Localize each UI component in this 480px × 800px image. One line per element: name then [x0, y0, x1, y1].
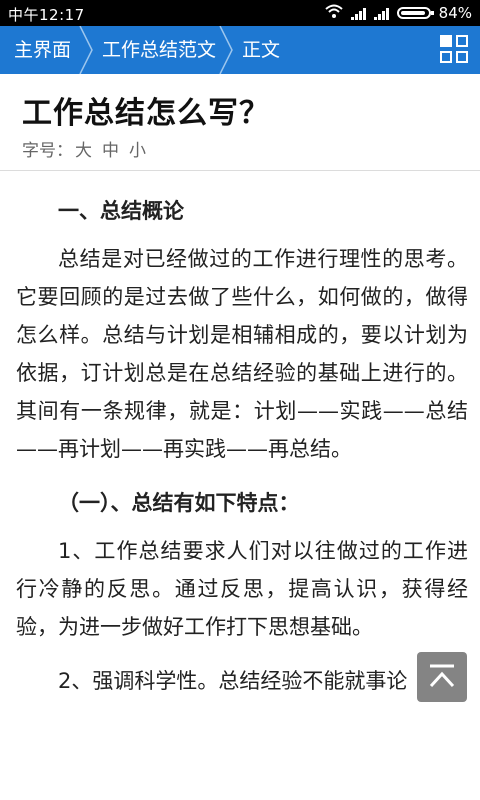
- article-body: 一、总结概论 总结是对已经做过的工作进行理性的思考。它要回顾的是过去做了些什么，…: [16, 192, 468, 716]
- grid-menu-icon[interactable]: [440, 35, 470, 65]
- crumb-category[interactable]: 工作总结范文: [102, 26, 216, 74]
- signal-icon: [350, 7, 366, 20]
- paragraph: 总结是对已经做过的工作进行理性的思考。它要回顾的是过去做了些什么，如何做的，做得…: [16, 247, 468, 461]
- section-heading: 一、总结概论: [58, 199, 184, 223]
- divider: [0, 170, 480, 171]
- arrow-up-icon: [429, 664, 455, 688]
- crumb-home[interactable]: 主界面: [14, 26, 71, 74]
- status-icons: 84%: [324, 4, 472, 22]
- crumb-current: 正文: [242, 39, 281, 61]
- chevron-right-icon: [78, 26, 94, 74]
- font-size-large[interactable]: 大: [75, 141, 92, 161]
- back-to-top-button[interactable]: [417, 652, 467, 702]
- battery-level: 84%: [438, 4, 472, 22]
- status-bar: 中午12:17 84%: [0, 0, 480, 26]
- font-size-selector: 字号：大中小: [22, 136, 156, 161]
- chevron-right-icon: [218, 26, 234, 74]
- battery-icon: [396, 7, 434, 19]
- signal-icon: [373, 7, 389, 20]
- paragraph: 1、工作总结要求人们对以往做过的工作进行冷静的反思。通过反思，提高认识，获得经验…: [16, 539, 468, 639]
- font-size-medium[interactable]: 中: [102, 141, 119, 161]
- page-title: 工作总结怎么写？: [22, 96, 270, 131]
- font-size-small[interactable]: 小: [129, 141, 146, 161]
- breadcrumb: 主界面 工作总结范文 正文: [0, 26, 480, 74]
- status-time: 中午12:17: [8, 6, 85, 24]
- wifi-icon: [324, 4, 343, 22]
- font-size-label: 字号：: [22, 141, 73, 161]
- section-heading: （一）、总结有如下特点：: [58, 491, 300, 515]
- paragraph: 2、强调科学性。总结经验不能就事论: [58, 669, 408, 693]
